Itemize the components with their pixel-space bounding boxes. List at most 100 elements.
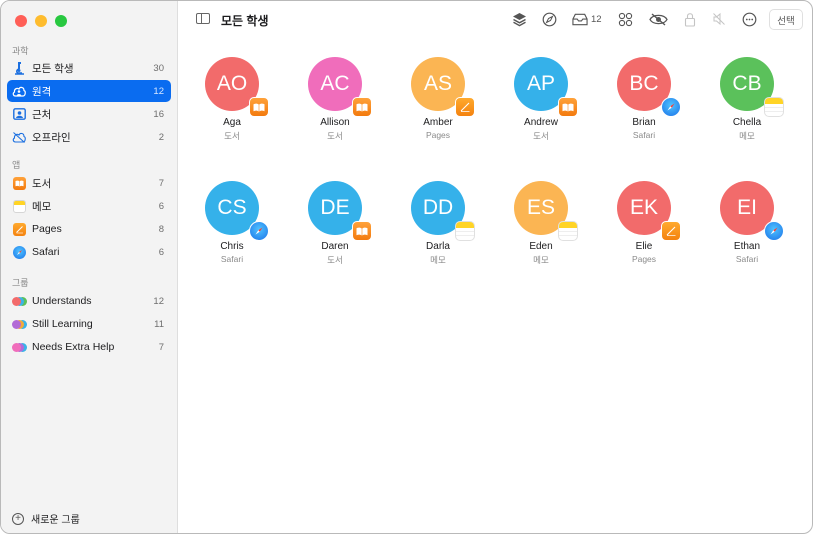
sidebar-item-group-needs-extra-help[interactable]: Needs Extra Help 7: [7, 336, 171, 358]
avatar-initials: EK: [629, 196, 658, 219]
sidebar: 과학 모든 학생 30 원격 12 근처 16 오프라인 2 앱 도서 7 메모…: [1, 1, 178, 533]
sidebar-item-group-still-learning[interactable]: Still Learning 11: [7, 313, 171, 335]
sidebar-item-remote[interactable]: 원격 12: [7, 80, 171, 102]
sidebar-item-count: 6: [158, 246, 164, 258]
notes-app-icon: [764, 97, 784, 117]
cloud-offline-icon: [12, 130, 26, 144]
student-tile[interactable]: EI Ethan Safari: [707, 181, 787, 264]
student-current-app: 도서: [327, 255, 343, 265]
sidebar-item-count: 16: [153, 108, 164, 120]
sidebar-toggle-icon[interactable]: [196, 13, 210, 24]
sidebar-item-count: 2: [158, 131, 164, 143]
group-icon-wrap: [12, 340, 27, 354]
sidebar-item-safari[interactable]: Safari 6: [7, 241, 171, 263]
minimize-window-button[interactable]: [35, 15, 47, 27]
mute-icon[interactable]: [711, 11, 727, 27]
notes-app-icon: [558, 221, 578, 241]
notes-app-icon: [12, 199, 26, 213]
new-group-label: 새로운 그룹: [31, 515, 80, 526]
plus-circle-icon: +: [12, 512, 24, 525]
close-window-button[interactable]: [15, 15, 27, 27]
inbox-icon[interactable]: [572, 11, 588, 27]
sidebar-item-offline[interactable]: 오프라인 2: [7, 126, 171, 148]
page-title: 모든 학생: [221, 14, 269, 28]
sidebar-item-count: 6: [158, 200, 164, 212]
avatar: EI: [720, 181, 784, 241]
avatar: AO: [205, 57, 269, 117]
books-app-icon: [12, 176, 26, 190]
pages-icon-wrap: [12, 222, 26, 236]
compass-icon[interactable]: [541, 11, 557, 27]
student-tile[interactable]: CB Chella 메모: [707, 57, 787, 142]
student-current-app: Safari: [220, 254, 244, 264]
avatar: DD: [411, 181, 475, 241]
sidebar-item-label: 근처: [32, 108, 52, 121]
sidebar-item-label: Needs Extra Help: [32, 341, 115, 353]
student-current-app: 도서: [224, 131, 240, 141]
sidebar-item-books[interactable]: 도서 7: [7, 172, 171, 194]
student-tile[interactable]: EK Elie Pages: [604, 181, 684, 264]
avatar-initials: EI: [737, 196, 757, 219]
safari-icon-wrap: [12, 245, 26, 259]
student-grid: AO Aga 도서 AC Allison 도서 AS Amber Pages AP Andrew 도서…: [179, 37, 812, 533]
group-icon: [12, 319, 27, 329]
student-name: Brian: [632, 117, 656, 128]
more-icon[interactable]: [741, 11, 757, 27]
sidebar-item-nearby[interactable]: 근처 16: [7, 103, 171, 125]
sidebar-item-pages[interactable]: Pages 8: [7, 218, 171, 240]
student-name: Eden: [529, 241, 553, 252]
student-name: Andrew: [524, 117, 558, 128]
avatar: AP: [514, 57, 578, 117]
safari-app-icon: [249, 221, 269, 241]
sidebar-item-count: 7: [158, 341, 164, 353]
avatar-initials: DE: [320, 196, 350, 219]
avatar: BC: [617, 57, 681, 117]
avatar-initials: CS: [217, 196, 247, 219]
layers-icon[interactable]: [511, 11, 527, 27]
student-tile[interactable]: AS Amber Pages: [398, 57, 478, 140]
section-label-apps: 앱: [12, 160, 21, 170]
sidebar-item-all-students[interactable]: 모든 학생 30: [7, 57, 171, 79]
books-app-icon: [249, 97, 269, 117]
sidebar-item-count: 12: [153, 85, 164, 97]
notes-app-icon: [455, 221, 475, 241]
inbox-count: 12: [591, 14, 602, 25]
sidebar-item-label: 메모: [32, 200, 52, 213]
sidebar-item-group-understands[interactable]: Understands 12: [7, 290, 171, 312]
student-tile[interactable]: AC Allison 도서: [295, 57, 375, 142]
sidebar-item-label: Still Learning: [32, 318, 93, 330]
student-name: Chris: [220, 241, 244, 252]
avatar: AS: [411, 57, 475, 117]
student-tile[interactable]: CS Chris Safari: [192, 181, 272, 264]
student-tile[interactable]: AP Andrew 도서: [501, 57, 581, 142]
zoom-window-button[interactable]: [55, 15, 67, 27]
sidebar-item-label: 원격: [32, 85, 52, 98]
grid-icon[interactable]: [617, 11, 633, 27]
app-window: 과학 모든 학생 30 원격 12 근처 16 오프라인 2 앱 도서 7 메모…: [0, 0, 813, 534]
student-tile[interactable]: ES Eden 메모: [501, 181, 581, 266]
student-current-app: Pages: [425, 130, 451, 140]
student-current-app: Safari: [632, 130, 656, 140]
section-label-groups: 그룹: [12, 278, 29, 288]
pages-app-icon: [661, 221, 681, 241]
new-group-button[interactable]: + 새로운 그룹: [12, 511, 80, 526]
cloud-person-icon: [12, 84, 26, 98]
avatar-initials: DD: [422, 196, 454, 219]
sidebar-item-label: Safari: [32, 246, 60, 258]
select-button[interactable]: 선택: [769, 9, 803, 30]
eye-slash-icon[interactable]: [648, 11, 668, 27]
student-name: Aga: [223, 117, 241, 128]
student-tile[interactable]: AO Aga 도서: [192, 57, 272, 142]
avatar-initials: AO: [216, 72, 248, 95]
avatar: AC: [308, 57, 372, 117]
lock-icon[interactable]: [682, 11, 698, 27]
student-tile[interactable]: DD Darla 메모: [398, 181, 478, 266]
student-current-app: 도서: [533, 131, 549, 141]
sidebar-item-notes[interactable]: 메모 6: [7, 195, 171, 217]
avatar: CS: [205, 181, 269, 241]
student-tile[interactable]: BC Brian Safari: [604, 57, 684, 140]
student-current-app: 도서: [327, 131, 343, 141]
student-name: Darla: [426, 241, 450, 252]
student-tile[interactable]: DE Daren 도서: [295, 181, 375, 266]
microscope-icon: [12, 61, 26, 75]
